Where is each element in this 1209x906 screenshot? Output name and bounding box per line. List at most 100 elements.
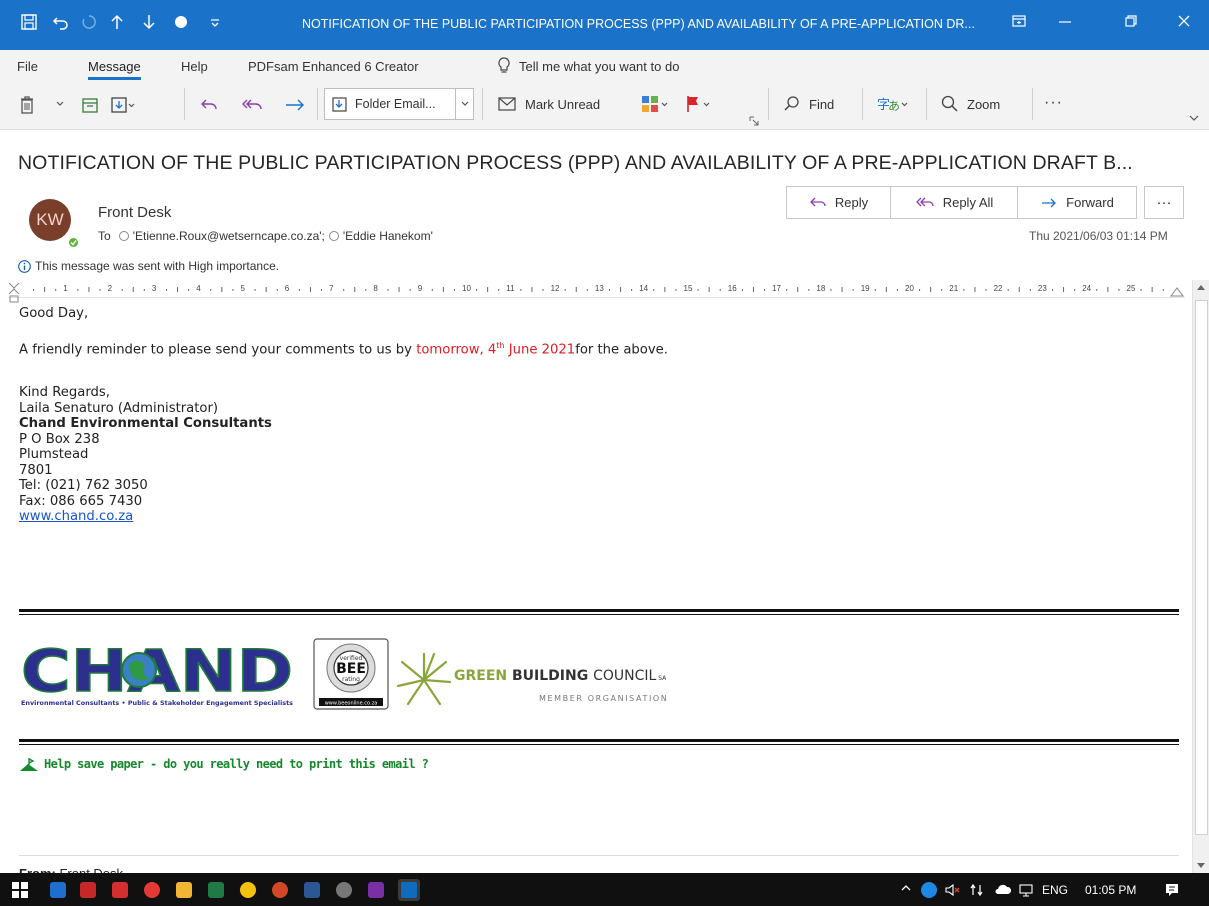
windows-start-icon[interactable] bbox=[12, 882, 28, 898]
move-icon[interactable] bbox=[110, 95, 136, 115]
reply-all-icon[interactable] bbox=[240, 95, 264, 115]
reply-icon[interactable] bbox=[199, 95, 219, 115]
ruler-tick bbox=[575, 287, 577, 292]
ruler-tick bbox=[453, 289, 455, 291]
ruler-number: 7 bbox=[329, 284, 334, 293]
delete-icon[interactable] bbox=[18, 95, 36, 115]
gbc-council: COUNCIL bbox=[593, 668, 656, 684]
language-indicator[interactable]: ENG bbox=[1042, 883, 1068, 897]
ruler-number: 21 bbox=[949, 284, 959, 293]
recipient-1[interactable]: 'Etienne.Roux@wetserncape.co.za'; bbox=[133, 229, 325, 243]
ruler-tick bbox=[487, 287, 489, 292]
outlook-icon[interactable] bbox=[398, 879, 420, 901]
opera-icon[interactable] bbox=[144, 882, 160, 898]
scrollbar-thumb[interactable] bbox=[1195, 300, 1208, 835]
tell-me-search[interactable]: Tell me what you want to do bbox=[519, 59, 679, 74]
tray-chevron-up-icon[interactable] bbox=[900, 882, 912, 898]
menu-pdfsam[interactable]: PDFsam Enhanced 6 Creator bbox=[248, 59, 419, 74]
delete-dropdown-icon[interactable] bbox=[56, 101, 64, 107]
categorize-icon[interactable] bbox=[640, 94, 670, 114]
restore-icon[interactable] bbox=[1123, 13, 1139, 29]
ruler-tick bbox=[188, 289, 190, 291]
right-indent-marker-icon[interactable] bbox=[1170, 285, 1184, 297]
ruler-tick bbox=[697, 289, 699, 291]
chevron-down-icon[interactable] bbox=[455, 89, 473, 119]
menu-message[interactable]: Message bbox=[88, 59, 141, 80]
expand-ribbon-icon[interactable] bbox=[1189, 115, 1199, 122]
ruler-number: 16 bbox=[727, 284, 737, 293]
indent-marker-icon[interactable] bbox=[8, 282, 22, 304]
forward-button[interactable]: Forward bbox=[1017, 186, 1137, 219]
powerpoint-icon[interactable] bbox=[272, 882, 288, 898]
save-icon[interactable] bbox=[20, 13, 38, 31]
excel-icon[interactable] bbox=[208, 882, 224, 898]
folder-email-label: Folder Email... bbox=[355, 97, 436, 111]
undo-icon[interactable] bbox=[52, 13, 70, 31]
find-button[interactable]: Find bbox=[783, 95, 834, 113]
ruler-tick bbox=[254, 289, 256, 291]
gbc-green: GREEN bbox=[454, 668, 512, 684]
forward-icon bbox=[1040, 196, 1058, 210]
ruler-number: 13 bbox=[594, 284, 604, 293]
menu-file[interactable]: File bbox=[17, 59, 38, 74]
reply-button[interactable]: Reply bbox=[786, 186, 891, 219]
close-icon[interactable] bbox=[1176, 13, 1192, 29]
tray-app-icon[interactable] bbox=[921, 882, 937, 898]
up-arrow-icon[interactable] bbox=[108, 13, 126, 31]
ruler-tick bbox=[1151, 287, 1153, 292]
ruler-tick bbox=[1074, 289, 1076, 291]
bee-bottom-label: rating bbox=[342, 676, 360, 683]
mark-unread-button[interactable]: Mark Unread bbox=[497, 95, 600, 113]
ruler-tick bbox=[77, 289, 79, 291]
folder-email-select[interactable]: Folder Email... bbox=[324, 88, 474, 120]
file-explorer-icon[interactable] bbox=[176, 882, 192, 898]
notifications-icon[interactable] bbox=[1164, 882, 1180, 898]
cloud-icon[interactable] bbox=[994, 882, 1012, 898]
minimize-icon[interactable] bbox=[1057, 13, 1073, 29]
ruler-tick bbox=[365, 289, 367, 291]
flag-icon[interactable] bbox=[684, 94, 714, 114]
ruler-tick bbox=[974, 287, 976, 292]
volume-muted-icon[interactable] bbox=[944, 882, 960, 898]
signature-website-link[interactable]: www.chand.co.za bbox=[19, 509, 272, 525]
display-icon[interactable] bbox=[1018, 882, 1034, 898]
signature-company: Chand Environmental Consultants bbox=[19, 416, 272, 431]
more-options-button[interactable]: ··· bbox=[1044, 94, 1063, 112]
reply-all-button[interactable]: Reply All bbox=[890, 186, 1018, 219]
sender-name[interactable]: Front Desk bbox=[98, 204, 171, 221]
ruler-tick bbox=[343, 289, 345, 291]
pdf-tool-icon[interactable] bbox=[80, 882, 96, 898]
zoom-button[interactable]: Zoom bbox=[941, 95, 1000, 113]
down-arrow-icon[interactable] bbox=[140, 13, 158, 31]
acrobat-icon[interactable] bbox=[112, 882, 128, 898]
lightbulb-icon bbox=[497, 57, 511, 75]
onenote-icon[interactable] bbox=[368, 882, 384, 898]
scroll-down-icon[interactable] bbox=[1196, 862, 1206, 870]
word-icon[interactable] bbox=[304, 882, 320, 898]
forward-icon[interactable] bbox=[284, 95, 306, 115]
ruler-tick bbox=[431, 289, 433, 291]
signature-tel: Tel: (021) 762 3050 bbox=[19, 478, 148, 493]
more-actions-button[interactable]: ··· bbox=[1144, 186, 1184, 219]
ruler-tick bbox=[930, 287, 932, 292]
ribbon-display-icon[interactable] bbox=[1011, 13, 1027, 29]
recipient-2[interactable]: 'Eddie Hanekom' bbox=[343, 229, 433, 243]
menu-help[interactable]: Help bbox=[181, 59, 208, 74]
customize-toolbar-icon[interactable] bbox=[208, 13, 222, 31]
record-icon[interactable] bbox=[172, 13, 190, 31]
media-player-icon[interactable] bbox=[50, 882, 66, 898]
vertical-scrollbar[interactable] bbox=[1192, 280, 1209, 874]
network-sync-icon[interactable] bbox=[970, 882, 986, 898]
translate-icon[interactable]: 字あ bbox=[876, 94, 910, 114]
dialog-launcher-icon[interactable] bbox=[749, 116, 759, 126]
scroll-up-icon[interactable] bbox=[1196, 283, 1206, 291]
avatar[interactable]: KW bbox=[29, 199, 71, 241]
folder-icon bbox=[331, 95, 349, 113]
ruler-tick bbox=[232, 289, 234, 291]
clock[interactable]: 01:05 PM bbox=[1085, 883, 1136, 897]
archive-icon[interactable] bbox=[81, 95, 99, 115]
ruler-tick bbox=[1063, 287, 1065, 292]
chrome-icon[interactable] bbox=[240, 882, 256, 898]
wordpress-icon[interactable] bbox=[336, 882, 352, 898]
ruler-number: 12 bbox=[550, 284, 560, 293]
